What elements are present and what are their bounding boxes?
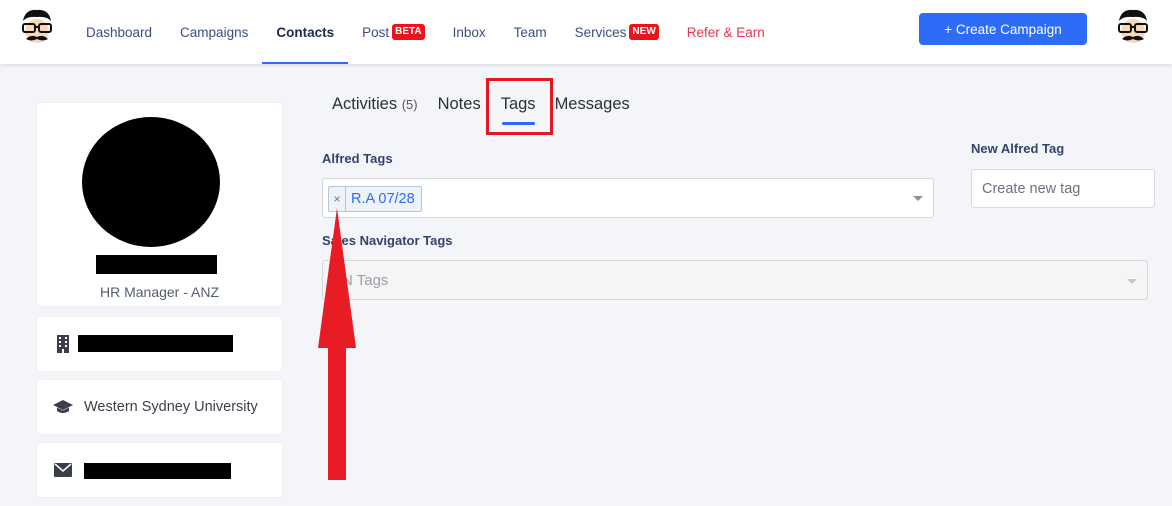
company-card xyxy=(37,317,282,371)
profile-avatar xyxy=(82,117,220,247)
activities-count: (5) xyxy=(401,97,418,112)
nav-campaigns[interactable]: Campaigns xyxy=(166,0,262,64)
tab-notes[interactable]: Notes xyxy=(438,92,481,124)
user-avatar-icon[interactable] xyxy=(1113,7,1153,53)
redacted-name xyxy=(96,255,217,274)
school-name: Western Sydney University xyxy=(84,399,258,415)
nav-refer-earn[interactable]: Refer & Earn xyxy=(673,0,779,64)
profile-title: HR Manager - ANZ xyxy=(99,284,220,300)
alfred-tags-select[interactable]: × R.A 07/28 xyxy=(322,178,934,218)
nav-post-label: Post xyxy=(362,24,390,40)
new-tag-input[interactable] xyxy=(971,169,1155,208)
tab-activities[interactable]: Activities (5) xyxy=(332,92,418,124)
new-alfred-tag-label: New Alfred Tag xyxy=(971,141,1065,156)
sales-navigator-tags-select[interactable]: SN Tags xyxy=(322,260,1148,300)
chevron-down-icon[interactable] xyxy=(1127,279,1137,284)
graduation-cap-icon xyxy=(52,397,74,417)
nav-inbox[interactable]: Inbox xyxy=(439,0,500,64)
new-badge: NEW xyxy=(629,24,659,40)
nav-campaigns-label: Campaigns xyxy=(180,24,249,40)
tab-messages[interactable]: Messages xyxy=(555,92,630,124)
nav-contacts-label: Contacts xyxy=(276,24,335,40)
top-navbar: Dashboard Campaigns Contacts Post BETA In… xyxy=(0,0,1172,64)
annotation-arrow-icon xyxy=(318,208,356,480)
mustache-logo-icon[interactable] xyxy=(17,7,57,53)
beta-badge: BETA xyxy=(392,24,425,40)
nav-contacts[interactable]: Contacts xyxy=(262,0,348,64)
nav-services[interactable]: Services NEW xyxy=(561,0,673,64)
tab-notes-label: Notes xyxy=(437,95,481,113)
redacted-company xyxy=(78,335,233,352)
education-card: Western Sydney University xyxy=(37,380,282,434)
tab-messages-label: Messages xyxy=(554,95,630,113)
redacted-email[interactable] xyxy=(84,463,231,479)
annotation-highlight-box xyxy=(486,78,553,135)
nav-team[interactable]: Team xyxy=(500,0,561,64)
tag-chip-label: R.A 07/28 xyxy=(351,191,415,207)
main-nav: Dashboard Campaigns Contacts Post BETA In… xyxy=(72,0,779,64)
nav-refer-label: Refer & Earn xyxy=(686,24,765,40)
nav-team-label: Team xyxy=(513,24,547,40)
nav-inbox-label: Inbox xyxy=(452,24,486,40)
building-icon xyxy=(52,334,74,354)
alfred-tags-label: Alfred Tags xyxy=(322,151,393,166)
nav-post[interactable]: Post BETA xyxy=(348,0,439,64)
profile-card: HR Manager - ANZ xyxy=(37,103,282,306)
nav-dashboard[interactable]: Dashboard xyxy=(72,0,166,64)
nav-services-label: Services xyxy=(574,24,627,40)
create-campaign-button[interactable]: + Create Campaign xyxy=(919,13,1087,45)
tab-activities-label: Activities xyxy=(332,95,398,113)
envelope-icon xyxy=(52,460,74,480)
email-card xyxy=(37,443,282,497)
nav-dashboard-label: Dashboard xyxy=(86,24,153,40)
chevron-down-icon[interactable] xyxy=(913,196,923,201)
